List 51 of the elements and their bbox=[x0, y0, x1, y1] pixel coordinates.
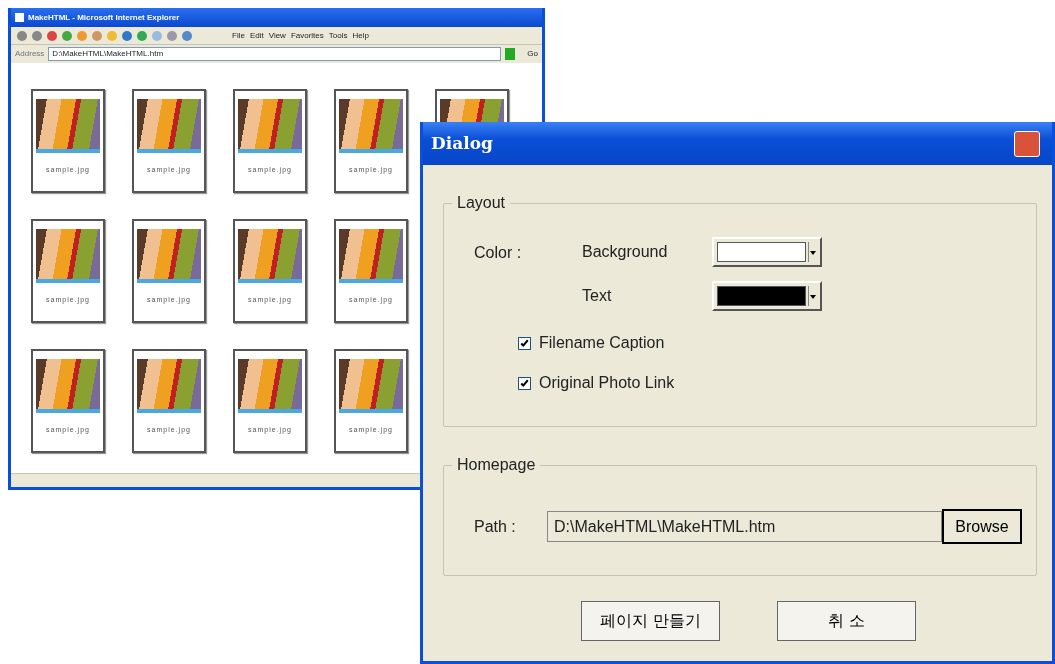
color-picker[interactable] bbox=[712, 237, 822, 267]
menu-item[interactable]: Edit bbox=[249, 29, 264, 42]
toolbar-icon[interactable] bbox=[167, 30, 177, 41]
toolbar-icon[interactable] bbox=[17, 30, 27, 41]
color-picker[interactable] bbox=[712, 281, 822, 311]
menu-item[interactable]: File bbox=[232, 29, 245, 42]
toolbar-icon[interactable] bbox=[32, 30, 42, 41]
photo-placeholder bbox=[238, 359, 302, 413]
browse-button[interactable]: Browse bbox=[942, 509, 1022, 544]
dialog-button[interactable]: 페이지 만들기 bbox=[581, 601, 720, 641]
photo-placeholder bbox=[137, 99, 201, 153]
photo-placeholder bbox=[36, 99, 100, 153]
field-label: Text bbox=[582, 286, 613, 306]
menu-item[interactable]: Help bbox=[352, 29, 369, 42]
field-label: Path : bbox=[474, 516, 517, 537]
toolbar-icon[interactable] bbox=[47, 30, 57, 41]
photo-placeholder bbox=[238, 229, 302, 283]
dialog-button[interactable]: 취 소 bbox=[777, 601, 916, 641]
path-field[interactable]: D:\MakeHTML\MakeHTML.htm bbox=[547, 511, 942, 542]
photo-placeholder bbox=[339, 229, 403, 283]
photo-placeholder bbox=[137, 359, 201, 413]
window-icon bbox=[15, 13, 24, 22]
toolbar-icon[interactable] bbox=[137, 30, 147, 41]
photo-placeholder bbox=[137, 229, 201, 283]
toolbar-icon[interactable] bbox=[152, 30, 162, 41]
photo-placeholder bbox=[238, 99, 302, 153]
checkbox-label: Original Photo Link bbox=[539, 373, 675, 393]
menu-item[interactable]: Favorites bbox=[290, 29, 324, 42]
photo-placeholder bbox=[36, 359, 100, 413]
address-label: Address bbox=[15, 48, 45, 60]
dialog-title: Dialog bbox=[431, 131, 493, 155]
checkbox[interactable] bbox=[518, 336, 531, 350]
toolbar-icon[interactable] bbox=[62, 30, 72, 41]
window-title: MakeHTML - Microsoft Internet Explorer bbox=[28, 11, 180, 24]
toolbar-icon[interactable] bbox=[122, 30, 132, 41]
group-legend: Homepage bbox=[452, 455, 541, 475]
menu-item[interactable]: Tools bbox=[328, 29, 348, 42]
toolbar-icon[interactable] bbox=[77, 30, 87, 41]
address-field[interactable]: D:\MakeHTML\MakeHTML.htm bbox=[48, 47, 502, 61]
group-legend: Layout bbox=[452, 193, 511, 213]
field-label: Color : bbox=[474, 243, 523, 263]
photo-placeholder bbox=[36, 229, 100, 283]
toolbar-icon[interactable] bbox=[92, 30, 102, 41]
field-label: Background bbox=[582, 242, 669, 262]
photo-placeholder bbox=[339, 359, 403, 413]
menu-item[interactable]: View bbox=[268, 29, 286, 42]
checkbox[interactable] bbox=[518, 376, 531, 390]
checkbox-label: Filename Caption bbox=[539, 333, 665, 353]
close-button[interactable] bbox=[1014, 130, 1040, 157]
photo-placeholder bbox=[339, 99, 403, 153]
toolbar-icon[interactable] bbox=[182, 30, 192, 41]
